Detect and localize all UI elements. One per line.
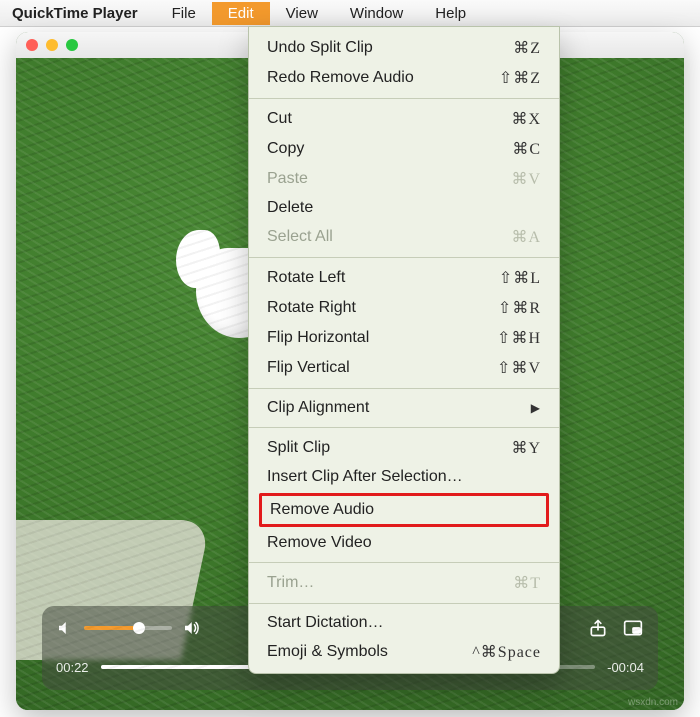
minimize-traffic-light[interactable] [46, 39, 58, 51]
time-elapsed: 00:22 [56, 660, 89, 675]
menu-edit[interactable]: Edit [212, 2, 270, 25]
close-traffic-light[interactable] [26, 39, 38, 51]
volume-group [56, 619, 200, 637]
menu-select-all: Select All⌘A [249, 222, 559, 252]
menu-flip-vertical[interactable]: Flip Vertical⇧⌘V [249, 353, 559, 383]
share-icon[interactable] [588, 618, 608, 638]
highlight-box: Remove Audio [259, 493, 549, 527]
video-pavement [16, 520, 211, 660]
zoom-traffic-light[interactable] [66, 39, 78, 51]
menu-remove-video[interactable]: Remove Video [249, 529, 559, 557]
menu-view[interactable]: View [270, 2, 334, 25]
volume-slider[interactable] [84, 626, 172, 630]
menu-split-clip[interactable]: Split Clip⌘Y [249, 433, 559, 463]
app-name: QuickTime Player [12, 5, 138, 22]
menu-clip-alignment[interactable]: Clip Alignment▶ [249, 394, 559, 422]
edit-menu-dropdown: Undo Split Clip⌘Z Redo Remove Audio⇧⌘Z C… [248, 26, 560, 674]
menu-file[interactable]: File [156, 2, 212, 25]
menu-copy[interactable]: Copy⌘C [249, 134, 559, 164]
menu-remove-audio[interactable]: Remove Audio [270, 499, 538, 521]
menu-emoji-symbols[interactable]: Emoji & Symbols^⌘Space [249, 637, 559, 667]
submenu-arrow-icon: ▶ [531, 401, 541, 416]
time-remaining: -00:04 [607, 660, 644, 675]
volume-low-icon[interactable] [56, 619, 74, 637]
menu-help[interactable]: Help [419, 2, 482, 25]
menu-flip-horizontal[interactable]: Flip Horizontal⇧⌘H [249, 323, 559, 353]
watermark: wsxdn.com [628, 697, 678, 708]
menu-undo[interactable]: Undo Split Clip⌘Z [249, 33, 559, 63]
menu-redo[interactable]: Redo Remove Audio⇧⌘Z [249, 63, 559, 93]
menu-insert-clip[interactable]: Insert Clip After Selection… [249, 463, 559, 491]
menu-cut[interactable]: Cut⌘X [249, 104, 559, 134]
menu-dictation[interactable]: Start Dictation… [249, 609, 559, 637]
menu-rotate-left[interactable]: Rotate Left⇧⌘L [249, 263, 559, 293]
menu-paste: Paste⌘V [249, 164, 559, 194]
menu-delete[interactable]: Delete [249, 194, 559, 222]
menubar: QuickTime Player File Edit View Window H… [0, 0, 700, 27]
menu-rotate-right[interactable]: Rotate Right⇧⌘R [249, 293, 559, 323]
volume-high-icon[interactable] [182, 619, 200, 637]
menu-trim: Trim…⌘T [249, 568, 559, 598]
menu-window[interactable]: Window [334, 2, 419, 25]
pip-icon[interactable] [622, 618, 644, 638]
